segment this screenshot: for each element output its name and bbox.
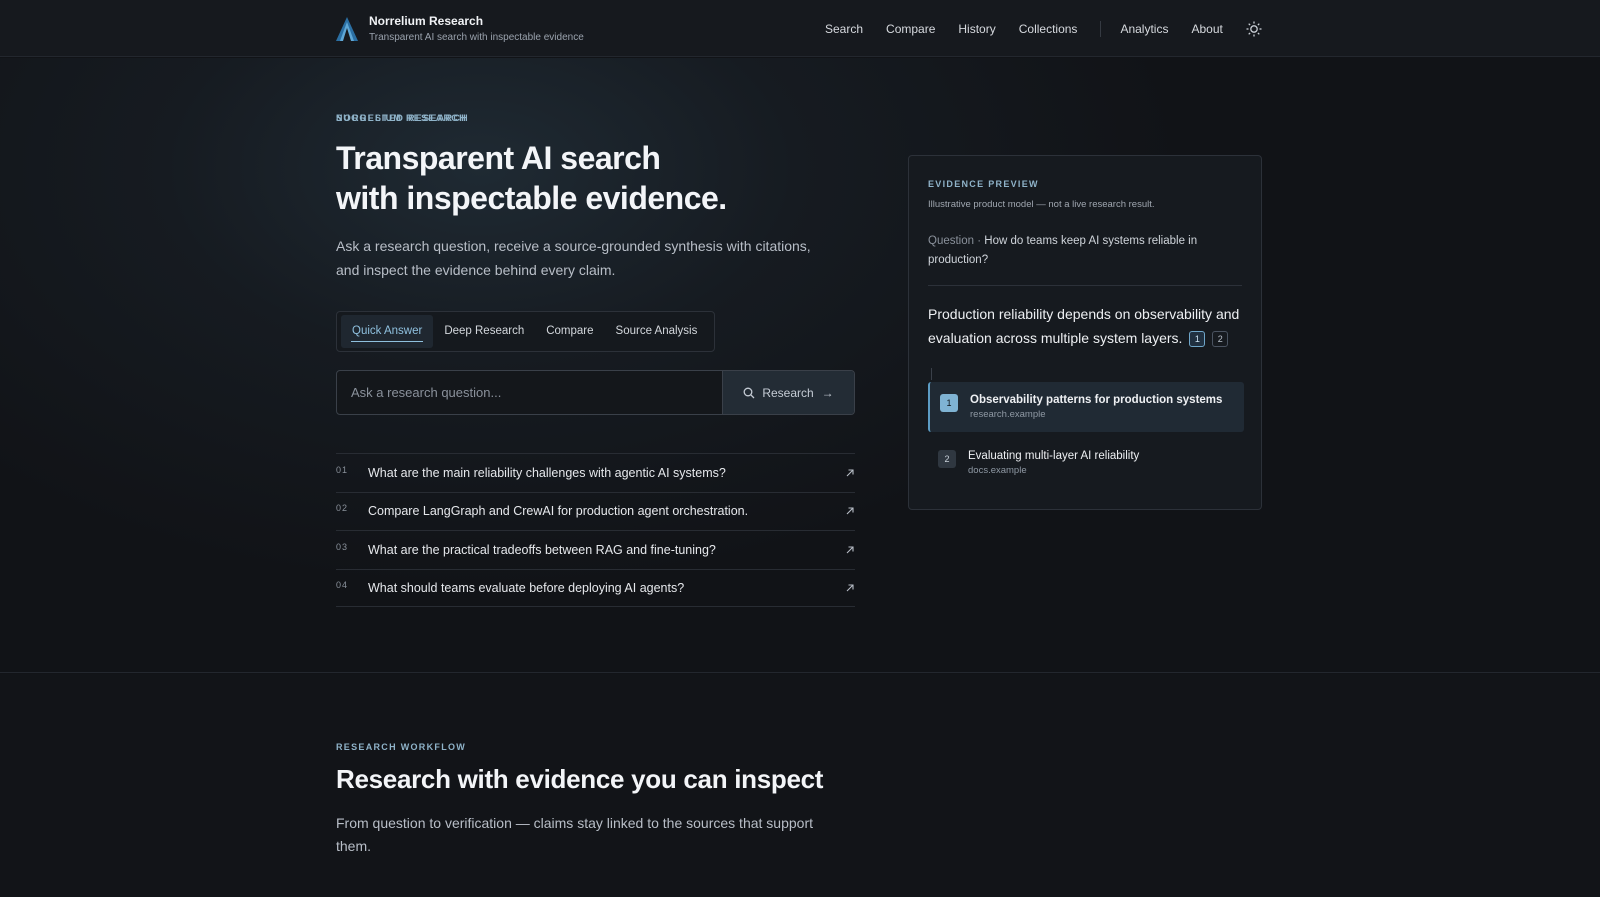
source-title: Evaluating multi-layer AI reliability [968, 450, 1140, 462]
tab-quick-answer[interactable]: Quick Answer [341, 315, 434, 348]
brand-name: Norrelium Research [369, 14, 484, 28]
workflow-subtitle: From question to verification — claims s… [336, 815, 813, 854]
citation-badge-1[interactable]: 1 [1189, 331, 1206, 347]
research-input[interactable] [337, 371, 722, 414]
evidence-eyebrow: EVIDENCE PREVIEW [928, 179, 1039, 189]
suggestion-number: 02 [336, 503, 349, 514]
source-item-2[interactable]: 2 Evaluating multi-layer AI reliability … [928, 438, 1244, 488]
evidence-note: Illustrative product model — not a live … [928, 199, 1155, 210]
source-domain: docs.example [968, 465, 1027, 476]
nav-collections[interactable]: Collections [1019, 22, 1078, 36]
question-label: Question · [928, 235, 982, 247]
suggestion-text: What should teams evaluate before deploy… [368, 580, 685, 595]
arrow-up-right-icon [846, 584, 854, 592]
suggestion-text: What are the main reliability challenges… [368, 465, 726, 480]
source-domain: research.example [970, 409, 1046, 420]
tab-source-analysis[interactable]: Source Analysis [605, 315, 709, 348]
nav-about[interactable]: About [1191, 22, 1222, 36]
suggestion-text: What are the practical tradeoffs between… [368, 542, 716, 557]
source-number: 2 [938, 450, 956, 468]
nav-history[interactable]: History [958, 22, 995, 36]
tab-deep-research[interactable]: Deep Research [433, 315, 535, 348]
brand-logo-icon [336, 17, 358, 41]
hero-title: Transparent AI search with inspectable e… [336, 138, 856, 218]
tab-compare[interactable]: Compare [535, 315, 604, 348]
evidence-preview-card: EVIDENCE PREVIEW Illustrative product mo… [908, 155, 1262, 510]
nav-analytics[interactable]: Analytics [1120, 22, 1168, 36]
citation-badge-2[interactable]: 2 [1212, 331, 1229, 347]
list-item[interactable]: 04 What should teams evaluate before dep… [336, 568, 855, 607]
arrow-up-right-icon [846, 507, 854, 515]
research-button[interactable]: Research → [722, 371, 854, 414]
nav-search[interactable]: Search [825, 22, 863, 36]
evidence-claim: Production reliability depends on observ… [928, 302, 1248, 350]
main-nav: Search Compare History Collections Analy… [825, 0, 1263, 57]
hero-title-line-2: with inspectable evidence. [336, 180, 727, 216]
evidence-question: Question · How do teams keep AI systems … [928, 232, 1228, 270]
connector-line [931, 368, 932, 380]
brand-tagline: Transparent AI search with inspectable e… [369, 32, 584, 43]
hero-subtitle: Ask a research question, receive a sourc… [336, 238, 811, 278]
suggestion-text: Compare LangGraph and CrewAI for product… [368, 504, 749, 519]
source-title: Observability patterns for production sy… [970, 394, 1223, 406]
top-bar: Norrelium Research Transparent AI search… [0, 0, 1600, 57]
nav-divider [1100, 20, 1102, 37]
sun-icon[interactable] [1245, 20, 1263, 38]
suggestion-number: 03 [336, 541, 349, 552]
brand[interactable]: Norrelium Research Transparent AI search… [335, 14, 584, 45]
hero-section: NORRELIUM RESEARCH Transparent AI search… [0, 58, 1600, 673]
workflow-eyebrow: RESEARCH WORKFLOW [336, 742, 467, 752]
hero-title-line-1: Transparent AI search [336, 140, 661, 176]
arrow-right-icon: → [821, 385, 834, 400]
source-number: 1 [940, 394, 958, 412]
workflow-section: RESEARCH WORKFLOW Research with evidence… [0, 674, 1600, 897]
research-button-label: Research [762, 385, 814, 400]
workflow-title: Research with evidence you can inspect [336, 764, 824, 794]
mode-tabs: Quick Answer Deep Research Compare Sourc… [336, 311, 715, 352]
suggested-list: 01 What are the main reliability challen… [336, 453, 855, 607]
list-item[interactable]: 01 What are the main reliability challen… [336, 453, 855, 492]
suggested-label: SUGGESTED RESEARCH [336, 113, 469, 123]
suggestion-number: 01 [336, 464, 349, 475]
nav-compare[interactable]: Compare [886, 22, 935, 36]
suggestion-number: 04 [336, 579, 349, 590]
source-item-1[interactable]: 1 Observability patterns for production … [928, 382, 1244, 432]
research-search-bar: Research → [336, 370, 855, 415]
arrow-up-right-icon [846, 546, 854, 554]
search-icon [743, 387, 755, 398]
list-item[interactable]: 03 What are the practical tradeoffs betw… [336, 530, 855, 569]
list-item[interactable]: 02 Compare LangGraph and CrewAI for prod… [336, 491, 855, 531]
divider [928, 285, 1242, 286]
arrow-up-right-icon [846, 469, 854, 477]
